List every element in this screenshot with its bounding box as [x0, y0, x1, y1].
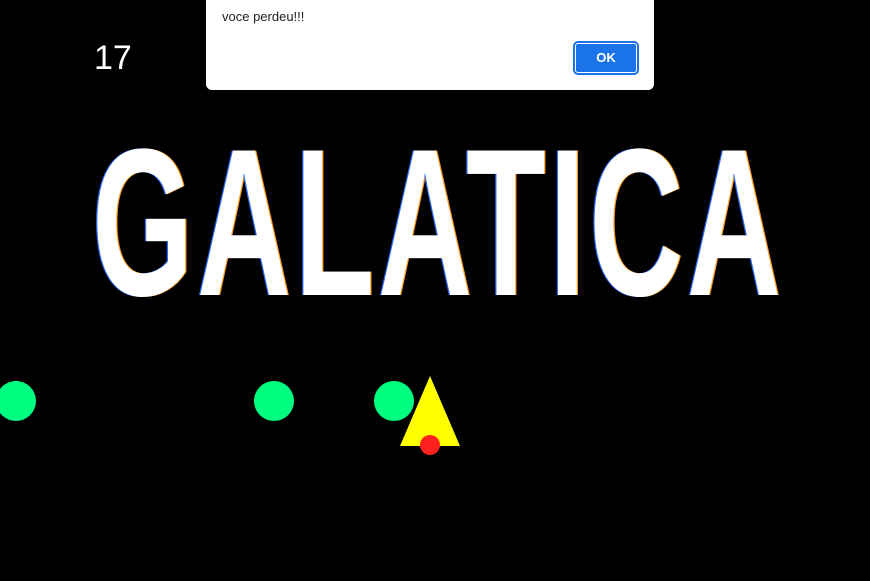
projectile: [420, 435, 440, 455]
alert-message: voce perdeu!!!: [222, 9, 305, 24]
game-title: GALATICA: [92, 105, 785, 340]
enemy-circle: [254, 381, 294, 421]
alert-dialog: voce perdeu!!! OK: [206, 0, 654, 90]
ok-button[interactable]: OK: [573, 41, 639, 75]
score-display: 17: [94, 39, 132, 77]
enemy-circle: [0, 381, 36, 421]
